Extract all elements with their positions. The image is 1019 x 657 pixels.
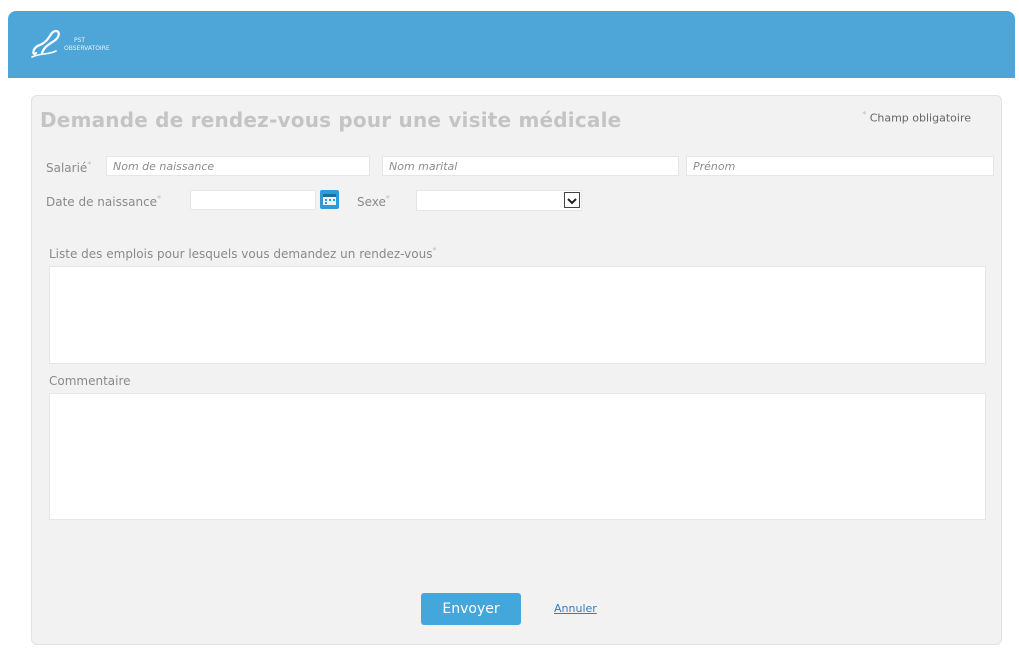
logo-line-2: OBSERVATOIRE	[64, 45, 110, 52]
chevron-down-icon	[567, 198, 577, 205]
sexe-label-text: Sexe	[357, 195, 386, 209]
salarie-label-text: Salarié	[46, 161, 88, 175]
emplois-label-text: Liste des emplois pour lesquels vous dem…	[49, 247, 433, 261]
send-button[interactable]: Envoyer	[421, 593, 521, 625]
calendar-icon	[323, 194, 336, 205]
prenom-input[interactable]	[686, 156, 994, 176]
cancel-link[interactable]: Annuler	[554, 602, 597, 615]
header-bar: PST OBSERVATOIRE	[8, 11, 1015, 78]
sexe-required-marker: *	[385, 194, 390, 203]
logo-mark-icon	[31, 29, 60, 58]
required-note-label: Champ obligatoire	[869, 111, 971, 125]
date-required-marker: *	[157, 194, 162, 203]
logo-text: PST OBSERVATOIRE	[64, 37, 110, 53]
emplois-label: Liste des emplois pour lesquels vous dem…	[49, 246, 436, 261]
nom-naissance-input[interactable]	[106, 156, 370, 176]
salarie-required-marker: *	[87, 160, 92, 169]
date-naissance-label: Date de naissance*	[46, 194, 161, 209]
emplois-required-marker: *	[432, 246, 437, 255]
required-field-note: * Champ obligatoire	[862, 110, 971, 125]
date-naissance-input[interactable]	[190, 190, 316, 210]
commentaire-label: Commentaire	[49, 374, 131, 388]
sexe-label: Sexe*	[357, 194, 390, 209]
sexe-select[interactable]	[416, 190, 582, 211]
select-dropdown-button[interactable]	[564, 192, 580, 208]
page-title: Demande de rendez-vous pour une visite m…	[40, 108, 622, 132]
date-naissance-label-text: Date de naissance	[46, 195, 158, 209]
required-marker: *	[862, 110, 867, 119]
commentaire-textarea[interactable]	[49, 393, 986, 520]
form-panel: Demande de rendez-vous pour une visite m…	[31, 95, 1002, 645]
salarie-label: Salarié*	[46, 160, 91, 175]
emplois-textarea[interactable]	[49, 266, 986, 364]
calendar-button[interactable]	[320, 190, 339, 209]
nom-marital-input[interactable]	[382, 156, 679, 176]
logo[interactable]: PST OBSERVATOIRE	[30, 27, 150, 67]
logo-line-1: PST	[74, 37, 86, 44]
